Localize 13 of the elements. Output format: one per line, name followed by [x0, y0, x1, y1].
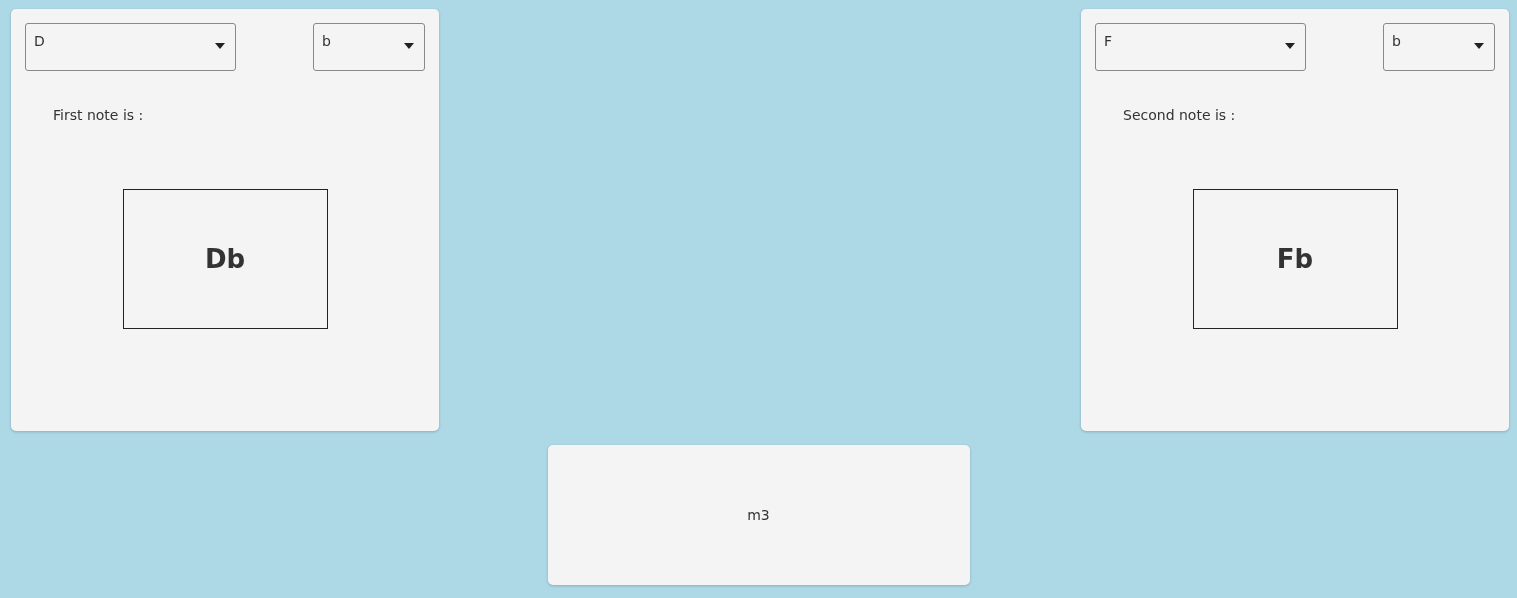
note-result: Fb [1192, 189, 1398, 329]
dropdown-select[interactable]: D [25, 23, 236, 71]
dropdown-select[interactable]: b [313, 23, 425, 71]
caret-icon [215, 43, 225, 49]
interval-result: m3 [747, 507, 770, 523]
note-result: Db [122, 189, 328, 329]
caret-icon [404, 43, 414, 49]
note-label: First note is : [53, 107, 144, 123]
note-label: Second note is : [1123, 107, 1236, 123]
dropdown-select[interactable]: F [1095, 23, 1306, 71]
caret-icon [1285, 43, 1295, 49]
caret-icon [1474, 43, 1484, 49]
dropdown-select[interactable]: b [1383, 23, 1495, 71]
